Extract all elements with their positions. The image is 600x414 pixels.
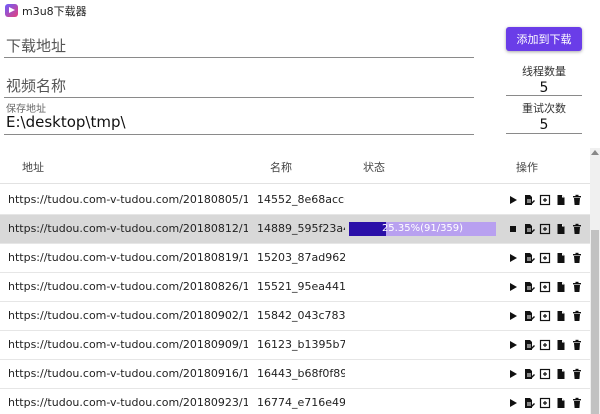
play-icon[interactable] bbox=[507, 397, 519, 409]
table-row[interactable]: https://tudou.com-v-tudou.com/20180812/1… bbox=[0, 215, 590, 244]
play-icon[interactable] bbox=[507, 339, 519, 351]
trash-icon[interactable] bbox=[571, 223, 583, 235]
save-path-value: E:\desktop\tmp\ bbox=[6, 113, 126, 131]
row-progress-bar: 25.35%(91/359) bbox=[349, 222, 496, 236]
scroll-up-arrow-icon[interactable] bbox=[591, 150, 599, 155]
play-icon[interactable] bbox=[507, 310, 519, 322]
table-row[interactable]: https://tudou.com-v-tudou.com/20180805/1… bbox=[0, 186, 590, 215]
column-header-url: 地址 bbox=[22, 161, 44, 174]
row-actions bbox=[507, 223, 583, 235]
name-input[interactable]: 视频名称 bbox=[4, 70, 474, 98]
trash-icon[interactable] bbox=[571, 368, 583, 380]
edit-file-icon[interactable] bbox=[523, 252, 535, 264]
play-icon[interactable] bbox=[507, 281, 519, 293]
expand-icon[interactable] bbox=[539, 368, 551, 380]
threads-value: 5 bbox=[539, 80, 549, 96]
table-header: 地址 名称 状态 操作 bbox=[0, 148, 590, 184]
trash-icon[interactable] bbox=[571, 397, 583, 409]
row-url: https://tudou.com-v-tudou.com/20180826/1… bbox=[8, 280, 248, 293]
file-icon[interactable] bbox=[555, 368, 567, 380]
name-input-placeholder: 视频名称 bbox=[6, 77, 67, 95]
row-actions bbox=[507, 339, 583, 351]
file-icon[interactable] bbox=[555, 397, 567, 409]
row-url: https://tudou.com-v-tudou.com/20180909/1… bbox=[8, 338, 248, 351]
table-row[interactable]: https://tudou.com-v-tudou.com/20180819/1… bbox=[0, 244, 590, 273]
vertical-scrollbar[interactable] bbox=[590, 148, 600, 414]
retries-label: 重试次数 bbox=[522, 102, 566, 115]
row-url: https://tudou.com-v-tudou.com/20180916/1… bbox=[8, 367, 248, 380]
row-name: 14552_8e68acc6 bbox=[257, 193, 345, 206]
expand-icon[interactable] bbox=[539, 223, 551, 235]
table-row[interactable]: https://tudou.com-v-tudou.com/20180916/1… bbox=[0, 360, 590, 389]
file-icon[interactable] bbox=[555, 339, 567, 351]
play-icon[interactable] bbox=[507, 194, 519, 206]
row-actions bbox=[507, 281, 583, 293]
trash-icon[interactable] bbox=[571, 281, 583, 293]
window-title: m3u8下载器 bbox=[22, 5, 87, 18]
table-row[interactable]: https://tudou.com-v-tudou.com/20180902/1… bbox=[0, 302, 590, 331]
play-icon[interactable] bbox=[507, 368, 519, 380]
row-name: 15521_95ea441a bbox=[257, 280, 345, 293]
row-url: https://tudou.com-v-tudou.com/20180805/1… bbox=[8, 193, 248, 206]
expand-icon[interactable] bbox=[539, 310, 551, 322]
row-name: 15842_043c783b bbox=[257, 309, 345, 322]
expand-icon[interactable] bbox=[539, 252, 551, 264]
threads-label: 线程数量 bbox=[522, 65, 566, 78]
expand-icon[interactable] bbox=[539, 397, 551, 409]
row-url: https://tudou.com-v-tudou.com/20180812/1… bbox=[8, 222, 248, 235]
table-row[interactable]: https://tudou.com-v-tudou.com/20180826/1… bbox=[0, 273, 590, 302]
row-name: 14889_595f23a4 bbox=[257, 222, 345, 235]
file-icon[interactable] bbox=[555, 194, 567, 206]
row-actions bbox=[507, 194, 583, 206]
trash-icon[interactable] bbox=[571, 310, 583, 322]
row-name: 15203_87ad962e bbox=[257, 251, 345, 264]
app-logo-icon bbox=[5, 4, 18, 17]
trash-icon[interactable] bbox=[571, 194, 583, 206]
column-header-status: 状态 bbox=[363, 161, 385, 174]
row-url: https://tudou.com-v-tudou.com/20180819/1… bbox=[8, 251, 248, 264]
row-actions bbox=[507, 310, 583, 322]
threads-field[interactable]: 线程数量 5 bbox=[506, 63, 582, 96]
table-row[interactable]: https://tudou.com-v-tudou.com/20180923/1… bbox=[0, 389, 590, 414]
trash-icon[interactable] bbox=[571, 252, 583, 264]
title-bar: m3u8下载器 bbox=[0, 0, 600, 22]
row-name: 16123_b1395b75 bbox=[257, 338, 345, 351]
row-actions bbox=[507, 252, 583, 264]
edit-file-icon[interactable] bbox=[523, 223, 535, 235]
edit-file-icon[interactable] bbox=[523, 281, 535, 293]
table-row[interactable]: https://tudou.com-v-tudou.com/20180909/1… bbox=[0, 331, 590, 360]
retries-value: 5 bbox=[539, 117, 549, 133]
progress-text: 25.35%(91/359) bbox=[381, 223, 464, 234]
file-icon[interactable] bbox=[555, 310, 567, 322]
edit-file-icon[interactable] bbox=[523, 368, 535, 380]
url-input-placeholder: 下载地址 bbox=[6, 37, 67, 55]
download-list: https://tudou.com-v-tudou.com/20180805/1… bbox=[0, 186, 590, 414]
url-input[interactable]: 下载地址 bbox=[4, 30, 474, 58]
row-name: 16443_b68f0f89 bbox=[257, 367, 345, 380]
save-path-input[interactable]: 保存地址 E:\desktop\tmp\ bbox=[4, 100, 474, 135]
edit-file-icon[interactable] bbox=[523, 339, 535, 351]
edit-file-icon[interactable] bbox=[523, 310, 535, 322]
trash-icon[interactable] bbox=[571, 339, 583, 351]
file-icon[interactable] bbox=[555, 223, 567, 235]
add-to-download-button[interactable]: 添加到下载 bbox=[506, 27, 582, 51]
edit-file-icon[interactable] bbox=[523, 397, 535, 409]
row-url: https://tudou.com-v-tudou.com/20180902/1… bbox=[8, 309, 248, 322]
expand-icon[interactable] bbox=[539, 339, 551, 351]
column-header-name: 名称 bbox=[270, 161, 292, 174]
file-icon[interactable] bbox=[555, 252, 567, 264]
row-actions bbox=[507, 368, 583, 380]
play-icon[interactable] bbox=[507, 252, 519, 264]
row-url: https://tudou.com-v-tudou.com/20180923/1… bbox=[8, 396, 248, 409]
stop-icon[interactable] bbox=[507, 223, 519, 235]
column-header-ops: 操作 bbox=[516, 161, 538, 174]
row-name: 16774_e716e497 bbox=[257, 396, 345, 409]
file-icon[interactable] bbox=[555, 281, 567, 293]
row-actions bbox=[507, 397, 583, 409]
retries-field[interactable]: 重试次数 5 bbox=[506, 100, 582, 134]
expand-icon[interactable] bbox=[539, 281, 551, 293]
expand-icon[interactable] bbox=[539, 194, 551, 206]
edit-file-icon[interactable] bbox=[523, 194, 535, 206]
scroll-thumb[interactable] bbox=[591, 230, 599, 414]
